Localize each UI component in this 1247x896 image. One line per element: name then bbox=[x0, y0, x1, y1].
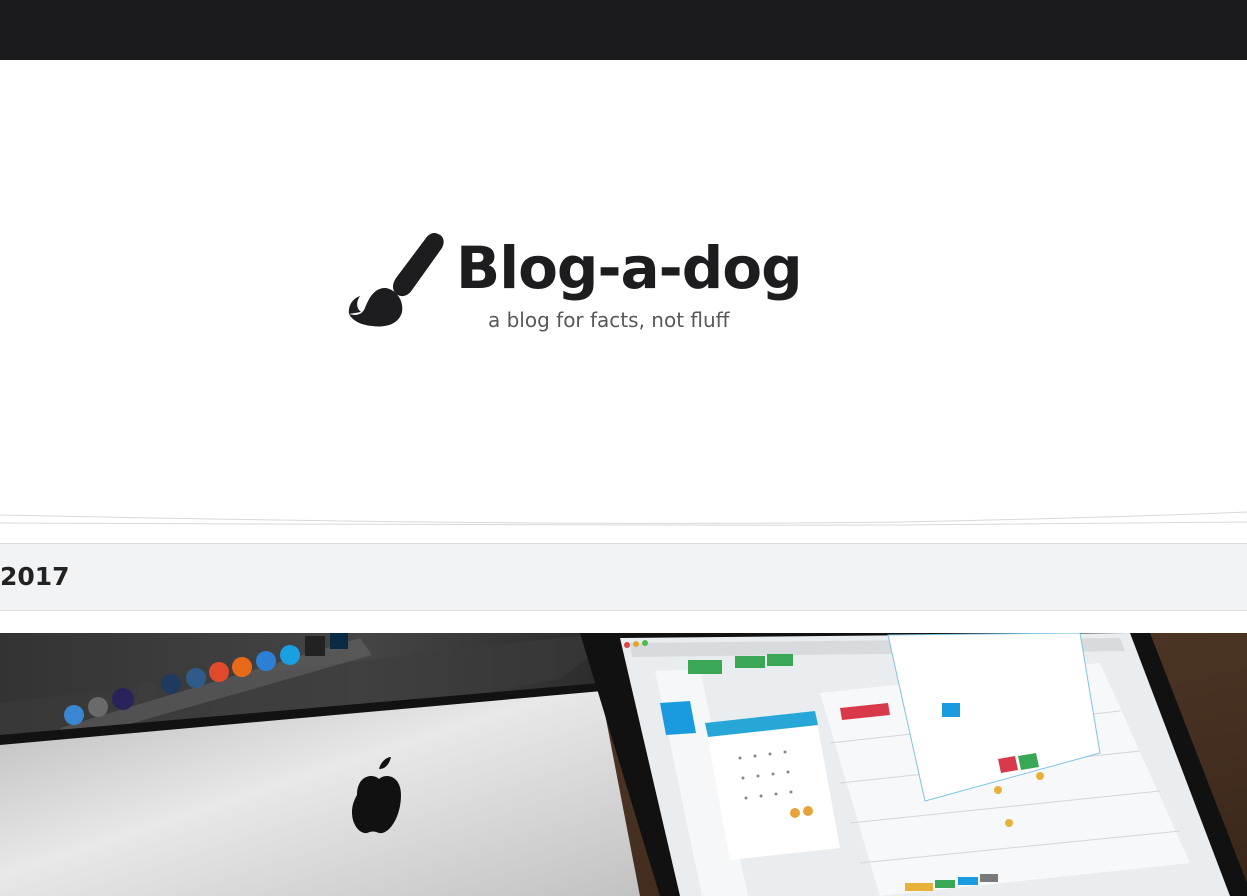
workspace-photo bbox=[0, 633, 1247, 896]
archive-year-bar: 2017 bbox=[0, 543, 1247, 611]
wave-divider bbox=[0, 511, 1247, 526]
site-tagline: a blog for facts, not fluff bbox=[488, 308, 730, 332]
paintbrush-icon bbox=[348, 233, 444, 327]
top-navigation-bar bbox=[0, 0, 1247, 60]
post-featured-image[interactable] bbox=[0, 633, 1247, 896]
archive-year-heading[interactable]: 2017 bbox=[0, 561, 70, 593]
site-title[interactable]: Blog-a-dog bbox=[456, 228, 803, 308]
site-branding[interactable]: Blog-a-dog a blog for facts, not fluff bbox=[346, 228, 803, 338]
